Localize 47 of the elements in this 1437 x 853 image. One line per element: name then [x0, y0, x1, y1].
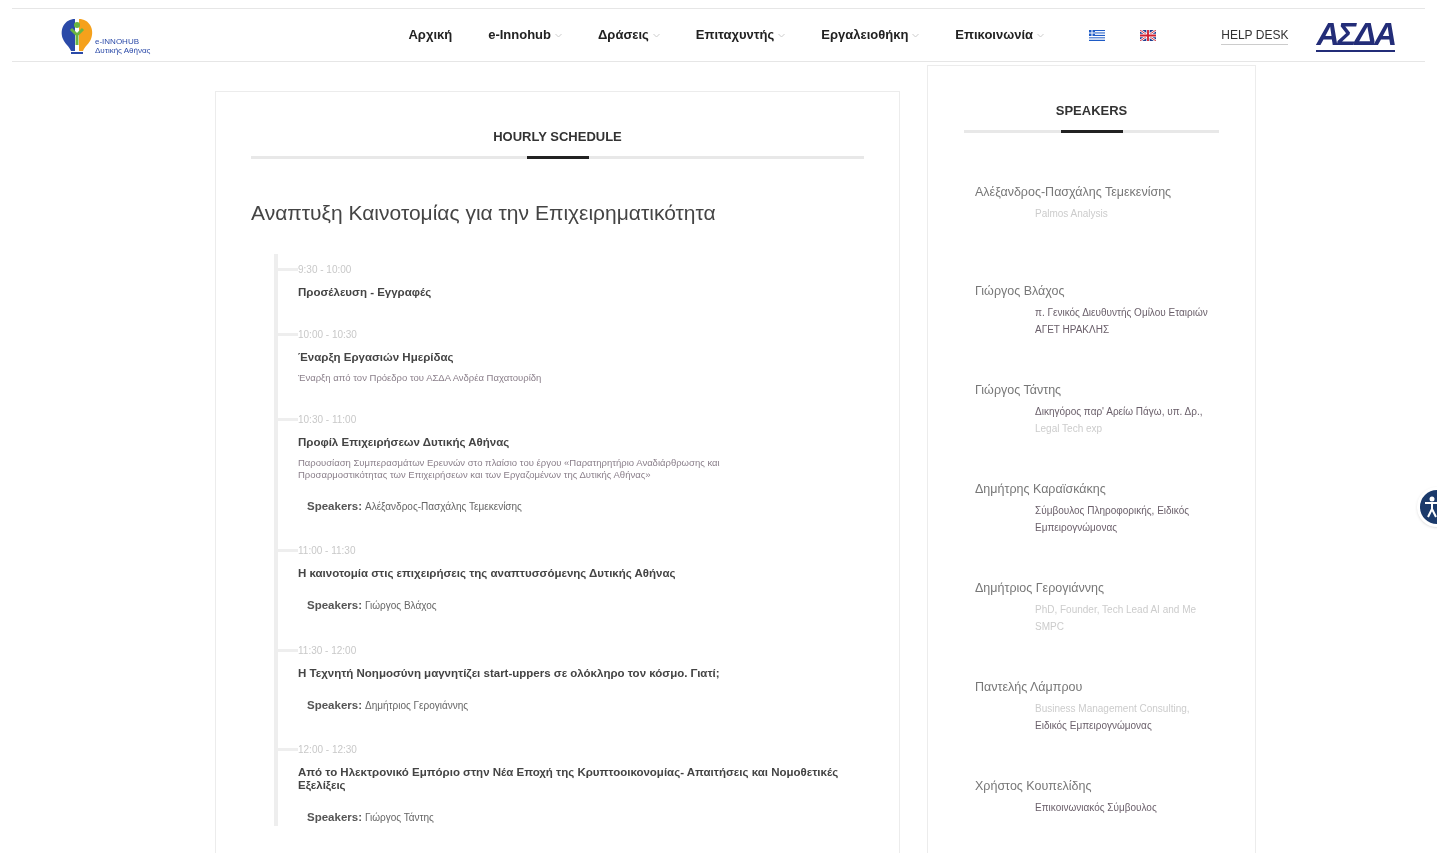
- chevron-down-icon: [912, 32, 920, 38]
- session-description: Παρουσίαση Συμπερασμάτων Ερευνών στο πλαίσιο του έργου «Παρατηρητήριο Αναδιάρθρωσης και Προσαρμοστικότητας των Επιχειρήσεων και των Εργαζομένων της Δυτικής Αθήνας»: [298, 457, 721, 481]
- greek-flag-icon[interactable]: [1089, 29, 1105, 41]
- speakers-label: Speakers:: [307, 598, 362, 614]
- nav-link[interactable]: Επιταχυντής: [695, 25, 786, 45]
- section-tab[interactable]: HOURLY SCHEDULE: [493, 127, 622, 156]
- speakers-label: Speakers:: [307, 809, 362, 825]
- session-title: Από το Ηλεκτρονικό Εμπόριο στην Νέα Εποχή της Κρυπτοοικονομίας- Απαιτήσεις και Νομοθετικές Εξελίξεις: [298, 765, 840, 792]
- speaker-role: Επικοινωνιακός Σύμβουλος: [1035, 801, 1158, 816]
- session-title: Προφίλ Επιχειρήσεων Δυτικής Αθήνας: [298, 436, 511, 449]
- chevron-down-icon: [778, 32, 786, 38]
- speaker-name: Γιώργος Τάντης: [365, 810, 434, 825]
- speaker-name[interactable]: Αλέξανδρος-Πασχάλης Τεμεκενίσης: [975, 182, 1219, 202]
- session-title: Η Τεχνητή Νοημοσύνη μαγνητίζει start-uppers σε ολόκληρο τον κόσμο. Γιατί;: [298, 666, 721, 680]
- speaker-name[interactable]: Γιώργος Βλάχος: [975, 281, 1219, 301]
- accessibility-icon: [1424, 496, 1437, 518]
- speaker-name[interactable]: Παντελής Λάμπρου: [975, 677, 1219, 697]
- session-title: Έναρξη Εργασιών Ημερίδας: [298, 351, 455, 364]
- speaker-name: Αλέξανδρος-Πασχάλης Τεμεκενίσης: [365, 500, 522, 514]
- chevron-down-icon: [652, 32, 660, 38]
- uk-flag-icon[interactable]: [1140, 29, 1156, 41]
- speaker-name[interactable]: Χρήστος Κουπελίδης: [975, 776, 1219, 796]
- asda-logo[interactable]: ΑΣΔΑ: [1316, 18, 1395, 52]
- session-title: Η καινοτομία στις επιχειρήσεις της αναπτυσσόμενης Δυτικής Αθήνας: [298, 567, 677, 581]
- help-desk-link[interactable]: HELP DESK: [1221, 25, 1289, 45]
- session-title: Προσέλευση - Εγγραφές: [298, 286, 433, 299]
- speaker-name: Δημήτριος Γερογιάννης: [365, 698, 469, 713]
- nav-link[interactable]: e-Innohub: [488, 25, 562, 45]
- nav-link[interactable]: Επικοινωνία: [955, 25, 1044, 45]
- speakers-label: Speakers:: [307, 697, 362, 713]
- speaker-role: Σύμβουλος Πληροφορικής, Ειδικός Εμπειρογνώμονας: [1035, 504, 1191, 536]
- speakers-label: Speakers:: [307, 499, 362, 514]
- speaker-name: Γιώργος Βλάχος: [365, 599, 437, 614]
- nav-link[interactable]: Αρχική: [408, 25, 453, 45]
- nav-link[interactable]: Εργαλειοθήκη: [821, 25, 920, 45]
- section-tab[interactable]: SPEAKERS: [1055, 101, 1128, 130]
- nav-link[interactable]: Δράσεις: [598, 25, 660, 45]
- speaker-role: π. Γενικός Διευθυντής Ομίλου Εταιριών ΑΓΕΤ ΗΡΑΚΛΗΣ: [1035, 306, 1209, 338]
- speaker-name[interactable]: Γιώργος Τάντης: [975, 380, 1219, 400]
- logo-caption: Δυτικής Αθήνας: [95, 46, 151, 55]
- logo-caption: e-INNOHUB: [95, 37, 140, 46]
- session-description: Έναρξη από τον Πρόεδρο του ΑΣΔΑ Ανδρέα Παχατουρίδη: [298, 372, 543, 384]
- chevron-down-icon: [1037, 32, 1044, 38]
- speaker-name[interactable]: Δημήτρης Καραϊσκάκης: [975, 479, 1219, 499]
- chevron-down-icon: [555, 32, 562, 38]
- speaker-name[interactable]: Δημήτριος Γερογιάννης: [975, 578, 1219, 598]
- schedule-title: Αναπτυξη Καινοτομίας για την Επιχειρηματικότητα: [251, 199, 717, 226]
